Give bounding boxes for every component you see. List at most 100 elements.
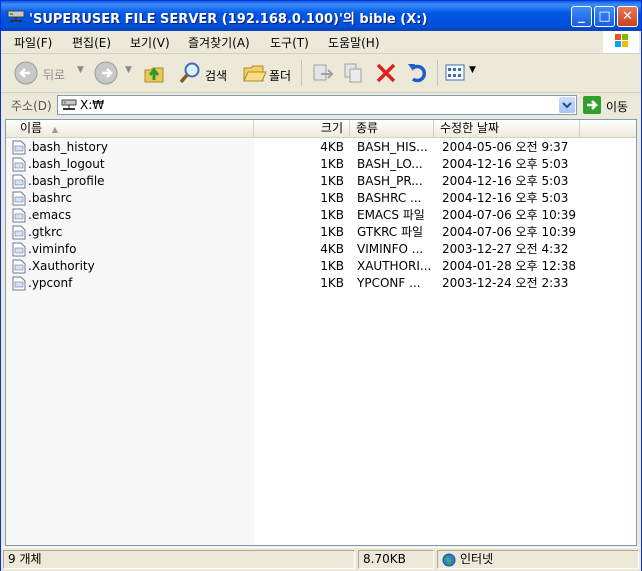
file-size: 1KB bbox=[320, 174, 344, 188]
file-row[interactable]: .gtkrc 1KB GTKRC 파일 2004-07-06 오후 10:39 bbox=[6, 224, 636, 241]
title-bar[interactable]: 'SUPERUSER FILE SERVER (192.168.0.100)'의… bbox=[1, 1, 641, 31]
address-value: X:₩ bbox=[80, 98, 105, 112]
file-type: XAUTHORI... bbox=[357, 259, 432, 273]
copy-to-icon[interactable] bbox=[341, 60, 367, 86]
file-icon bbox=[12, 242, 26, 257]
column-header-filler bbox=[580, 120, 636, 137]
folder-icon[interactable] bbox=[241, 60, 267, 86]
file-row[interactable]: .Xauthority 1KB XAUTHORI... 2004-01-28 오후 1… bbox=[6, 258, 636, 275]
file-modified: 2004-12-16 오후 5:03 bbox=[442, 174, 569, 188]
file-modified: 2003-12-24 오전 2:33 bbox=[442, 276, 569, 290]
file-type: VIMINFO ... bbox=[357, 242, 424, 256]
back-dropdown-icon[interactable]: ▼ bbox=[77, 65, 84, 75]
file-name[interactable]: .bash_profile bbox=[28, 173, 252, 190]
file-type: BASH_LO... bbox=[357, 157, 423, 171]
menu-view[interactable]: 보기(V) bbox=[130, 34, 170, 51]
close-button[interactable]: ✕ bbox=[617, 6, 638, 27]
file-icon bbox=[12, 208, 26, 223]
file-modified: 2004-05-06 오전 9:37 bbox=[442, 140, 569, 154]
file-size: 4KB bbox=[320, 242, 344, 256]
file-modified: 2003-12-27 오전 4:32 bbox=[442, 242, 569, 256]
file-size: 1KB bbox=[320, 208, 344, 222]
window-title: 'SUPERUSER FILE SERVER (192.168.0.100)'의… bbox=[29, 12, 428, 27]
maximize-button[interactable]: □ bbox=[594, 6, 615, 27]
file-row[interactable]: .bash_history 4KB BASH_HIS... 2004-05-06 오전… bbox=[6, 139, 636, 156]
file-name[interactable]: .bash_logout bbox=[28, 156, 252, 173]
file-type: BASHRC ... bbox=[357, 191, 422, 205]
network-drive-icon bbox=[61, 99, 77, 110]
sort-ascending-icon: ▲ bbox=[51, 125, 59, 134]
file-type: BASH_PR... bbox=[357, 174, 423, 188]
file-modified: 2004-01-28 오후 12:38 bbox=[442, 259, 577, 273]
globe-icon bbox=[442, 553, 456, 567]
back-arrow-icon[interactable] bbox=[13, 60, 39, 86]
file-row[interactable]: .bash_logout 1KB BASH_LO... 2004-12-16 오후 5… bbox=[6, 156, 636, 173]
folders-button-label[interactable]: 폴더 bbox=[269, 67, 291, 84]
file-modified: 2004-07-06 오후 10:39 bbox=[442, 208, 577, 222]
file-size: 4KB bbox=[320, 140, 344, 154]
file-name[interactable]: .viminfo bbox=[28, 241, 252, 258]
menu-tools[interactable]: 도구(T) bbox=[270, 34, 309, 51]
minimize-button[interactable]: _ bbox=[571, 6, 592, 27]
status-total-size: 8.70KB bbox=[358, 550, 434, 569]
views-dropdown-icon[interactable]: ▼ bbox=[469, 65, 476, 75]
go-button-label[interactable]: 이동 bbox=[606, 98, 628, 115]
column-header-name[interactable]: 이름 ▲ bbox=[6, 120, 254, 137]
address-label: 주소(D) bbox=[11, 99, 52, 113]
file-type: BASH_HIS... bbox=[357, 140, 428, 154]
column-header-modified[interactable]: 수정한 날짜 bbox=[434, 120, 580, 137]
file-row[interactable]: .bashrc 1KB BASHRC ... 2004-12-16 오후 5:03 bbox=[6, 190, 636, 207]
forward-dropdown-icon[interactable]: ▼ bbox=[125, 65, 132, 75]
explorer-window: 'SUPERUSER FILE SERVER (192.168.0.100)'의… bbox=[0, 0, 642, 571]
file-name[interactable]: .Xauthority bbox=[28, 258, 252, 275]
file-icon bbox=[12, 259, 26, 274]
menu-edit[interactable]: 편집(E) bbox=[72, 34, 111, 51]
file-icon bbox=[12, 157, 26, 172]
status-zone: 인터넷 bbox=[437, 550, 639, 569]
address-bar: 주소(D) X:₩ 이동 bbox=[1, 93, 641, 117]
file-name[interactable]: .ypconf bbox=[28, 275, 252, 292]
file-row[interactable]: .bash_profile 1KB BASH_PR... 2004-12-16 오후 … bbox=[6, 173, 636, 190]
file-name[interactable]: .emacs bbox=[28, 207, 252, 224]
views-icon[interactable] bbox=[443, 60, 469, 86]
magnifier-icon[interactable] bbox=[177, 60, 203, 86]
menu-favorites[interactable]: 즐겨찾기(A) bbox=[188, 34, 250, 51]
file-name[interactable]: .gtkrc bbox=[28, 224, 252, 241]
toolbar-separator bbox=[301, 60, 302, 86]
file-modified: 2004-12-16 오후 5:03 bbox=[442, 191, 569, 205]
status-object-count: 9 개체 bbox=[3, 550, 355, 569]
column-header-type[interactable]: 종류 bbox=[350, 120, 434, 137]
file-size: 1KB bbox=[320, 225, 344, 239]
menu-file[interactable]: 파일(F) bbox=[14, 34, 52, 51]
forward-arrow-icon[interactable] bbox=[93, 60, 119, 86]
undo-icon[interactable] bbox=[405, 60, 431, 86]
search-button-label[interactable]: 검색 bbox=[205, 67, 227, 84]
file-modified: 2004-07-06 오후 10:39 bbox=[442, 225, 577, 239]
delete-x-icon[interactable] bbox=[373, 60, 399, 86]
file-icon bbox=[12, 191, 26, 206]
menu-help[interactable]: 도움말(H) bbox=[328, 34, 380, 51]
file-list-view[interactable]: 이름 ▲ 크기 종류 수정한 날짜 .bash_history 4KB BASH_H… bbox=[5, 119, 637, 546]
address-input[interactable]: X:₩ bbox=[57, 95, 577, 115]
column-header-name-label: 이름 bbox=[20, 121, 43, 135]
status-bar: 9 개체 8.70KB 인터넷 bbox=[1, 547, 641, 571]
column-header-row: 이름 ▲ 크기 종류 수정한 날짜 bbox=[6, 120, 636, 138]
file-type: YPCONF ... bbox=[357, 276, 421, 290]
file-row[interactable]: .viminfo 4KB VIMINFO ... 2003-12-27 오전 4:32 bbox=[6, 241, 636, 258]
file-row[interactable]: .ypconf 1KB YPCONF ... 2003-12-24 오전 2:33 bbox=[6, 275, 636, 292]
file-type: EMACS 파일 bbox=[357, 208, 425, 222]
file-name[interactable]: .bashrc bbox=[28, 190, 252, 207]
folder-up-icon[interactable] bbox=[141, 60, 167, 86]
file-size: 1KB bbox=[320, 157, 344, 171]
chevron-down-icon[interactable] bbox=[559, 97, 575, 113]
go-arrow-icon[interactable] bbox=[583, 96, 601, 114]
windows-logo-icon bbox=[603, 31, 639, 53]
back-button-label[interactable]: 뒤로 bbox=[43, 66, 65, 83]
column-header-size[interactable]: 크기 bbox=[254, 120, 350, 137]
network-drive-icon bbox=[7, 10, 25, 22]
file-name[interactable]: .bash_history bbox=[28, 139, 252, 156]
file-size: 1KB bbox=[320, 259, 344, 273]
move-to-icon[interactable] bbox=[309, 60, 335, 86]
file-row[interactable]: .emacs 1KB EMACS 파일 2004-07-06 오후 10:39 bbox=[6, 207, 636, 224]
file-icon bbox=[12, 140, 26, 155]
